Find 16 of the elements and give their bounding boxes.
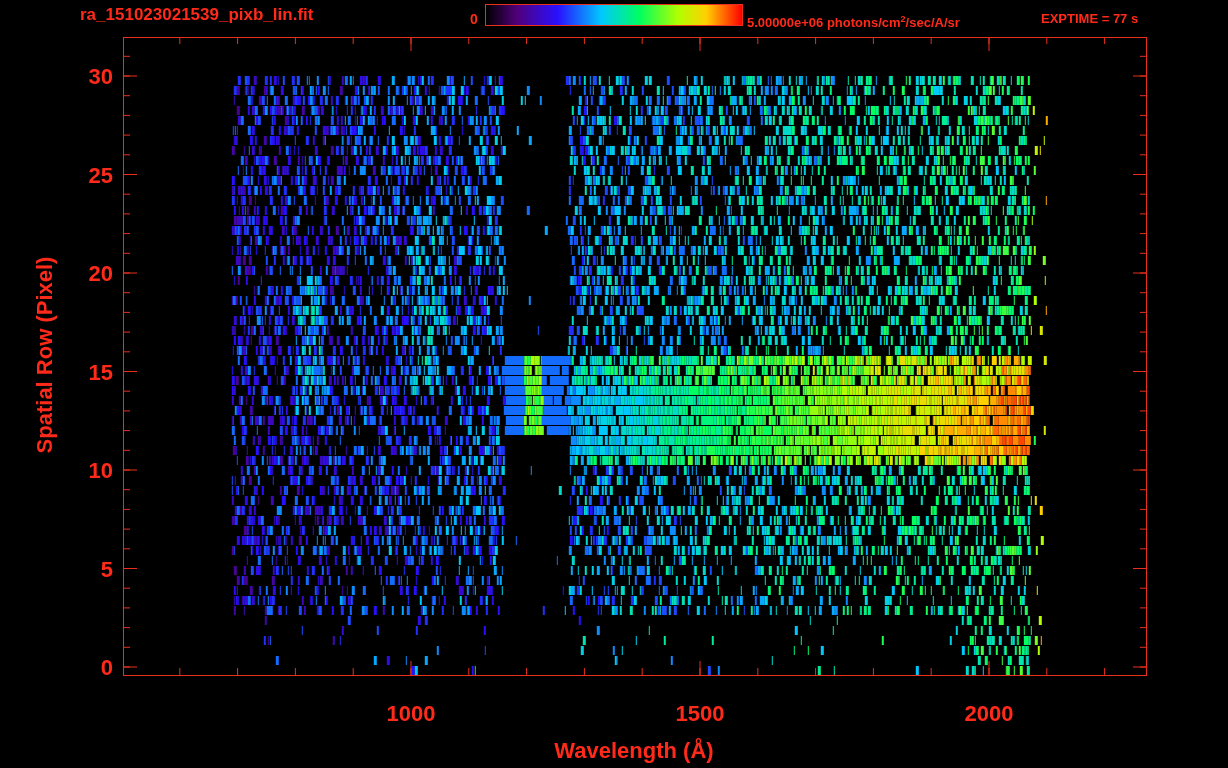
- y-tick-label: 5: [100, 556, 113, 582]
- y-axis-label: Spatial Row (Pixel): [32, 256, 57, 454]
- y-tick-label: 15: [88, 359, 113, 385]
- x-tick-label: 2000: [964, 701, 1014, 726]
- x-tick-label: 1000: [386, 701, 436, 726]
- y-tick-label: 20: [88, 261, 113, 286]
- colorbar-min-label: 0: [470, 10, 479, 29]
- y-tick-label: 0: [100, 655, 113, 680]
- y-tick-label: 30: [88, 64, 113, 89]
- y-tick-label: 10: [88, 458, 113, 483]
- y-tick-label: 25: [88, 162, 113, 188]
- plot-title: ra_151023021539_pixb_lin.fit: [80, 4, 315, 26]
- exposure-time: EXPTIME = 77 s: [1041, 10, 1139, 28]
- x-tick-label: 1500: [675, 701, 725, 726]
- x-axis-label: Wavelength (Å): [554, 738, 714, 763]
- colorbar-max-label: 5.00000e+06 photons/cm$^{2}$/sec/A/sr: [747, 13, 961, 33]
